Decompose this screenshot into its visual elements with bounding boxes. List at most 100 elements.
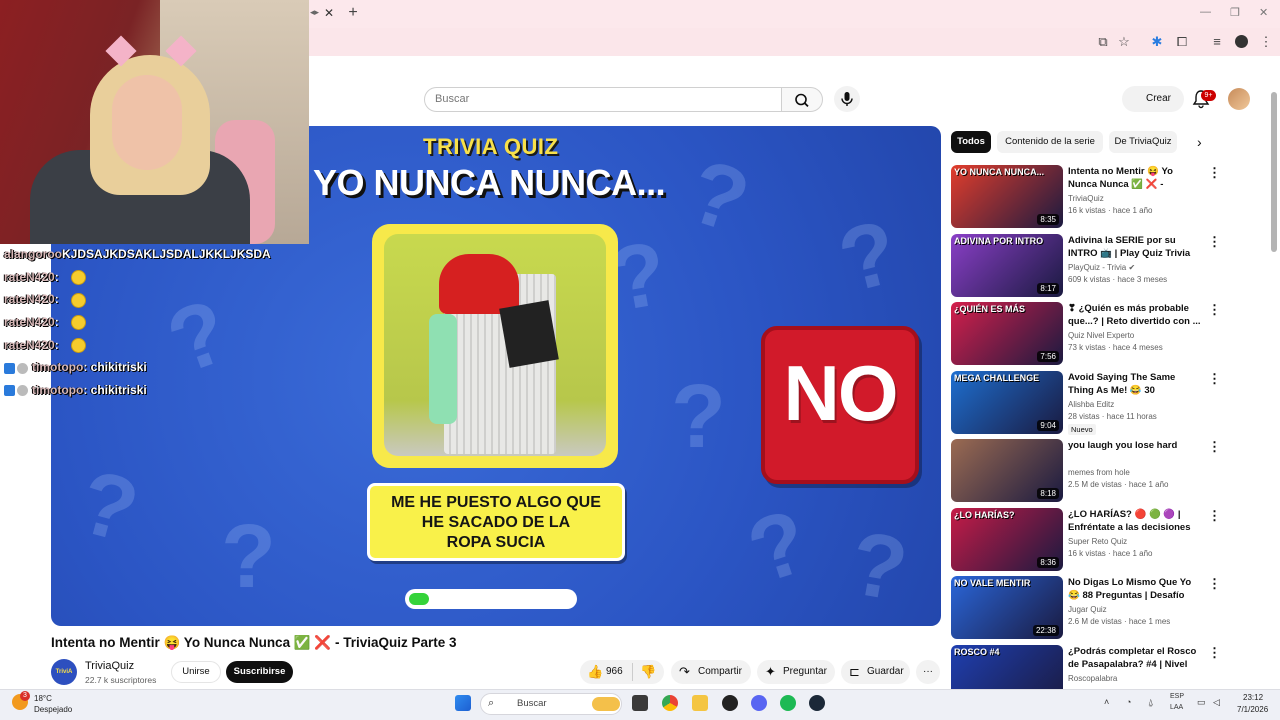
- more-icon[interactable]: ⋮: [1208, 302, 1221, 318]
- channel-name[interactable]: TriviaQuiz: [85, 660, 134, 672]
- more-icon[interactable]: ⋮: [1208, 439, 1221, 455]
- more-icon[interactable]: ⋮: [1208, 645, 1221, 661]
- recommendation-channel[interactable]: PlayQuiz - Trivia ✔: [1068, 263, 1135, 272]
- recommendation-item[interactable]: MEGA CHALLENGE 9:04 Avoid Saying The Same …: [951, 370, 1221, 435]
- network-status-icon[interactable]: ◔: [1126, 697, 1131, 707]
- language-top[interactable]: ESP: [1170, 693, 1184, 700]
- save-button[interactable]: ⊏ Guardar: [841, 660, 910, 684]
- recommendation-channel[interactable]: memes from hole: [1068, 468, 1130, 477]
- channel-avatar[interactable]: TriviA: [51, 659, 77, 685]
- recommendation-title[interactable]: ❣ ¿Quién es más probable que...? | Reto …: [1068, 302, 1202, 328]
- recommendation-channel[interactable]: Roscopalabra: [1068, 674, 1117, 683]
- file-explorer-icon[interactable]: [692, 695, 708, 711]
- new-tab-button[interactable]: +: [345, 4, 361, 22]
- recommendation-title[interactable]: ¿Podrás completar el Rosco de Pasapalabr…: [1068, 645, 1202, 671]
- microphone-tray-icon[interactable]: ⍙: [1148, 697, 1153, 708]
- tray-overflow-icon[interactable]: ˄: [1104, 697, 1109, 707]
- recommendation-channel[interactable]: TriviaQuiz: [1068, 194, 1104, 203]
- display-icon[interactable]: ▭: [1197, 697, 1206, 708]
- volume-icon[interactable]: ◁: [1213, 697, 1220, 708]
- recommendation-thumbnail[interactable]: YO NUNCA NUNCA... 8:35: [951, 165, 1063, 228]
- chevron-right-icon[interactable]: ›: [1197, 134, 1202, 150]
- recommendation-channel[interactable]: Jugar Quiz: [1068, 605, 1107, 614]
- more-icon[interactable]: ⋮: [1208, 508, 1221, 524]
- windows-start-icon[interactable]: [455, 695, 471, 711]
- weather-description[interactable]: Despejado: [34, 705, 72, 714]
- recommendation-thumbnail[interactable]: 8:18: [951, 439, 1063, 502]
- more-icon[interactable]: ⋮: [1208, 234, 1221, 250]
- recommendation-channel[interactable]: Alishba Editz: [1068, 400, 1114, 409]
- recommendation-thumbnail[interactable]: ¿QUIÉN ES MÁS 7:56: [951, 302, 1063, 365]
- recommendation-thumbnail[interactable]: MEGA CHALLENGE 9:04: [951, 370, 1063, 434]
- window-minimize-button[interactable]: —: [1200, 6, 1211, 18]
- recommendation-item[interactable]: ADIVINA POR INTRO 8:17 Adivina la SERIE po…: [951, 233, 1221, 298]
- more-icon[interactable]: ⋮: [1208, 371, 1221, 387]
- create-button[interactable]: Crear: [1122, 86, 1184, 112]
- tab-close-button[interactable]: ✕: [322, 6, 336, 20]
- obs-icon[interactable]: [722, 695, 738, 711]
- browser-menu-icon[interactable]: ⋮: [1258, 34, 1274, 50]
- account-avatar[interactable]: [1228, 88, 1250, 110]
- recommendation-title[interactable]: Intenta no Mentir 😝 Yo Nunca Nunca ✅ ❌ -…: [1068, 165, 1202, 191]
- language-bottom[interactable]: LAA: [1170, 704, 1183, 711]
- spotify-icon[interactable]: [780, 695, 796, 711]
- more-icon[interactable]: ⋮: [1208, 165, 1221, 181]
- search-input[interactable]: Buscar: [424, 87, 782, 112]
- recommendation-item[interactable]: NO VALE MENTIR 22:38 No Digas Lo Mismo Que…: [951, 576, 1221, 640]
- browser-profile-icon[interactable]: [1235, 35, 1248, 48]
- steam-icon[interactable]: [809, 695, 825, 711]
- more-actions-button[interactable]: ···: [916, 660, 940, 684]
- recommendation-thumbnail[interactable]: ADIVINA POR INTRO 8:17: [951, 233, 1063, 297]
- share-button[interactable]: ↷ Compartir: [671, 660, 751, 684]
- recommendation-thumbnail[interactable]: ¿LO HARÍAS? 8:36: [951, 507, 1063, 571]
- recommendation-item[interactable]: ¿LO HARÍAS? 8:36 ¿LO HARÍAS? 🔴 🟢 🟣 | Enfré…: [951, 507, 1221, 572]
- ask-button[interactable]: ✦ Preguntar: [757, 660, 835, 684]
- extensions-icon[interactable]: ⧠: [1174, 34, 1190, 50]
- recommendation-title[interactable]: ¿LO HARÍAS? 🔴 🟢 🟣 | Enfréntate a las dec…: [1068, 508, 1202, 534]
- translate-icon[interactable]: ✱: [1149, 34, 1165, 50]
- page-scrollbar[interactable]: [1271, 92, 1277, 252]
- weather-badge: 3: [20, 691, 30, 701]
- dislike-icon[interactable]: 👎: [640, 660, 656, 684]
- recommendation-title[interactable]: Adivina la SERIE por su INTRO 📺 | Play Q…: [1068, 234, 1202, 260]
- taskbar-clock-time[interactable]: 23:12: [1243, 693, 1263, 702]
- recommendation-title[interactable]: you laugh you lose hard: [1068, 439, 1202, 452]
- quiz-timer-fill: [409, 593, 429, 605]
- black-cloth-shape: [499, 300, 559, 368]
- recommendation-item[interactable]: YO NUNCA NUNCA... 8:35 Intenta no Mentir 😝…: [951, 165, 1221, 229]
- taskbar-clock-date[interactable]: 7/1/2026: [1237, 705, 1268, 714]
- discord-icon[interactable]: [751, 695, 767, 711]
- voice-search-button[interactable]: [834, 86, 860, 112]
- chip-series-content[interactable]: Contenido de la serie: [997, 131, 1103, 153]
- chat-badge-icon: [4, 385, 15, 397]
- bookmark-star-icon[interactable]: ☆: [1116, 34, 1132, 50]
- recommendation-channel[interactable]: Super Reto Quiz: [1068, 537, 1127, 546]
- like-icon[interactable]: 👍: [587, 660, 603, 684]
- caption-line: HE SACADO DE LA: [421, 514, 571, 531]
- screen-cast-icon[interactable]: ⧉: [1095, 34, 1111, 50]
- duration-badge: 7:56: [1037, 351, 1059, 362]
- search-button[interactable]: [781, 87, 823, 112]
- window-close-button[interactable]: ✕: [1259, 6, 1268, 19]
- recommendation-channel[interactable]: Quiz Nivel Experto: [1068, 331, 1134, 340]
- chat-text: : chikitriski: [83, 383, 147, 398]
- reading-list-icon[interactable]: ≡: [1209, 34, 1225, 49]
- recommendation-title[interactable]: Avoid Saying The Same Thing As Me! 😂 30 …: [1068, 371, 1202, 397]
- like-count[interactable]: 966: [606, 660, 623, 684]
- recommendation-item[interactable]: 8:18 you laugh you lose hard memes from ho…: [951, 439, 1221, 503]
- chip-from-channel[interactable]: De TriviaQuiz: [1109, 131, 1177, 153]
- more-icon[interactable]: ⋮: [1208, 576, 1221, 592]
- new-badge: Nuevo: [1068, 423, 1096, 435]
- chat-badge-icon: [4, 362, 15, 374]
- window-restore-button[interactable]: ❐: [1230, 6, 1240, 19]
- chip-todos[interactable]: Todos: [951, 131, 991, 153]
- join-button[interactable]: Unirse: [171, 661, 221, 683]
- recommendation-item[interactable]: ¿QUIÉN ES MÁS 7:56 ❣ ¿Quién es más probabl…: [951, 302, 1221, 366]
- task-view-icon[interactable]: [632, 695, 648, 711]
- subscribe-button[interactable]: Suscribirse: [226, 661, 293, 683]
- recommendation-thumbnail[interactable]: NO VALE MENTIR 22:38: [951, 576, 1063, 639]
- weather-temperature[interactable]: 18°C: [34, 694, 52, 703]
- chrome-icon[interactable]: [662, 695, 678, 711]
- recommendation-title[interactable]: No Digas Lo Mismo Que Yo 😂 88 Preguntas …: [1068, 576, 1202, 602]
- thumbnail-text: ROSCO #4: [954, 646, 1000, 657]
